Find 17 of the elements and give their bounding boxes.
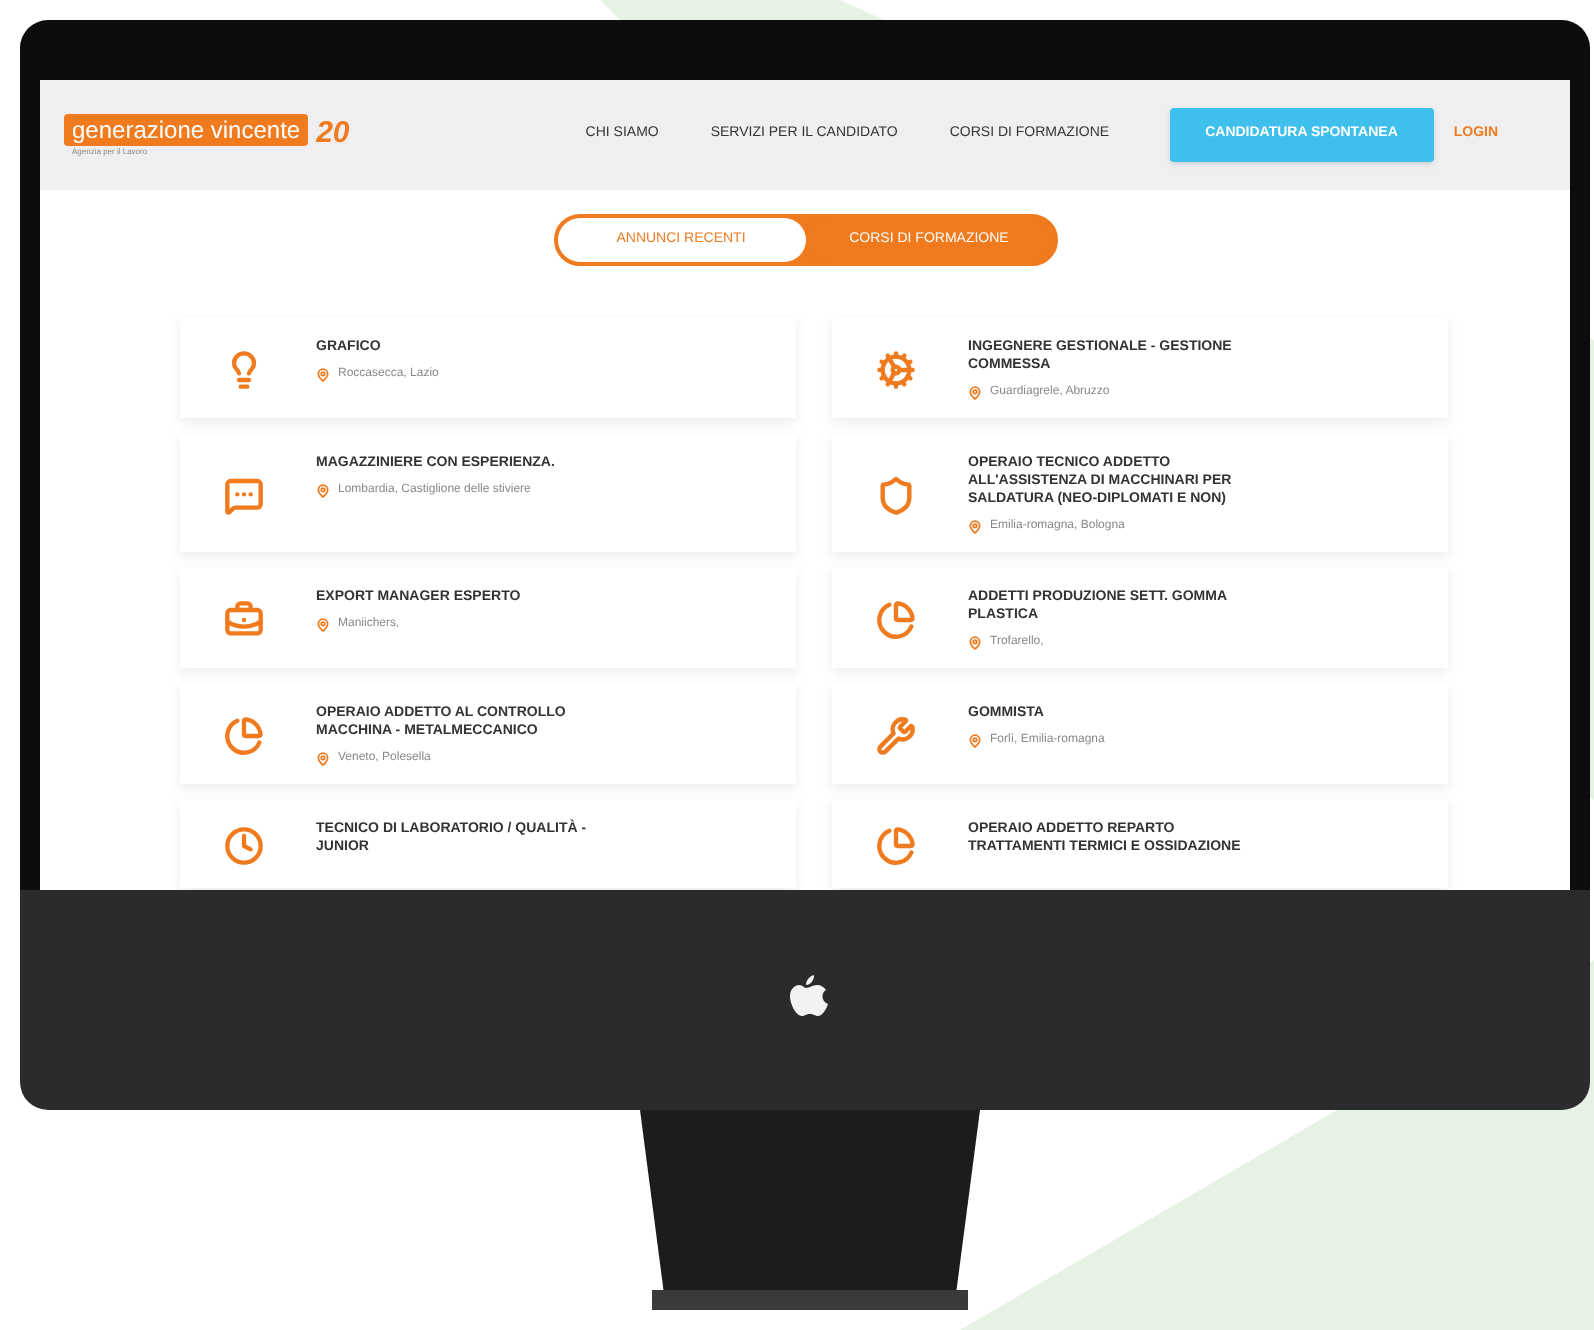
pie-chart-icon: [224, 716, 264, 756]
location-pin-icon: [968, 386, 982, 400]
pie-chart-icon: [876, 826, 916, 866]
wrench-icon: [876, 716, 916, 756]
location-pin-icon: [316, 618, 330, 632]
chat-bubble-icon: [224, 475, 264, 515]
shield-icon: [876, 475, 916, 515]
anniversary-number-label: 20: [316, 114, 350, 155]
briefcase-icon: [224, 600, 264, 640]
location-pin-icon: [316, 484, 330, 498]
pie-chart-icon: [876, 600, 916, 640]
location-pin-icon: [968, 636, 982, 650]
location-pin-icon: [316, 368, 330, 382]
location-pin-icon: [968, 734, 982, 748]
clock-icon: [224, 826, 264, 866]
location-pin-icon: [968, 520, 982, 534]
location-pin-icon: [316, 752, 330, 766]
